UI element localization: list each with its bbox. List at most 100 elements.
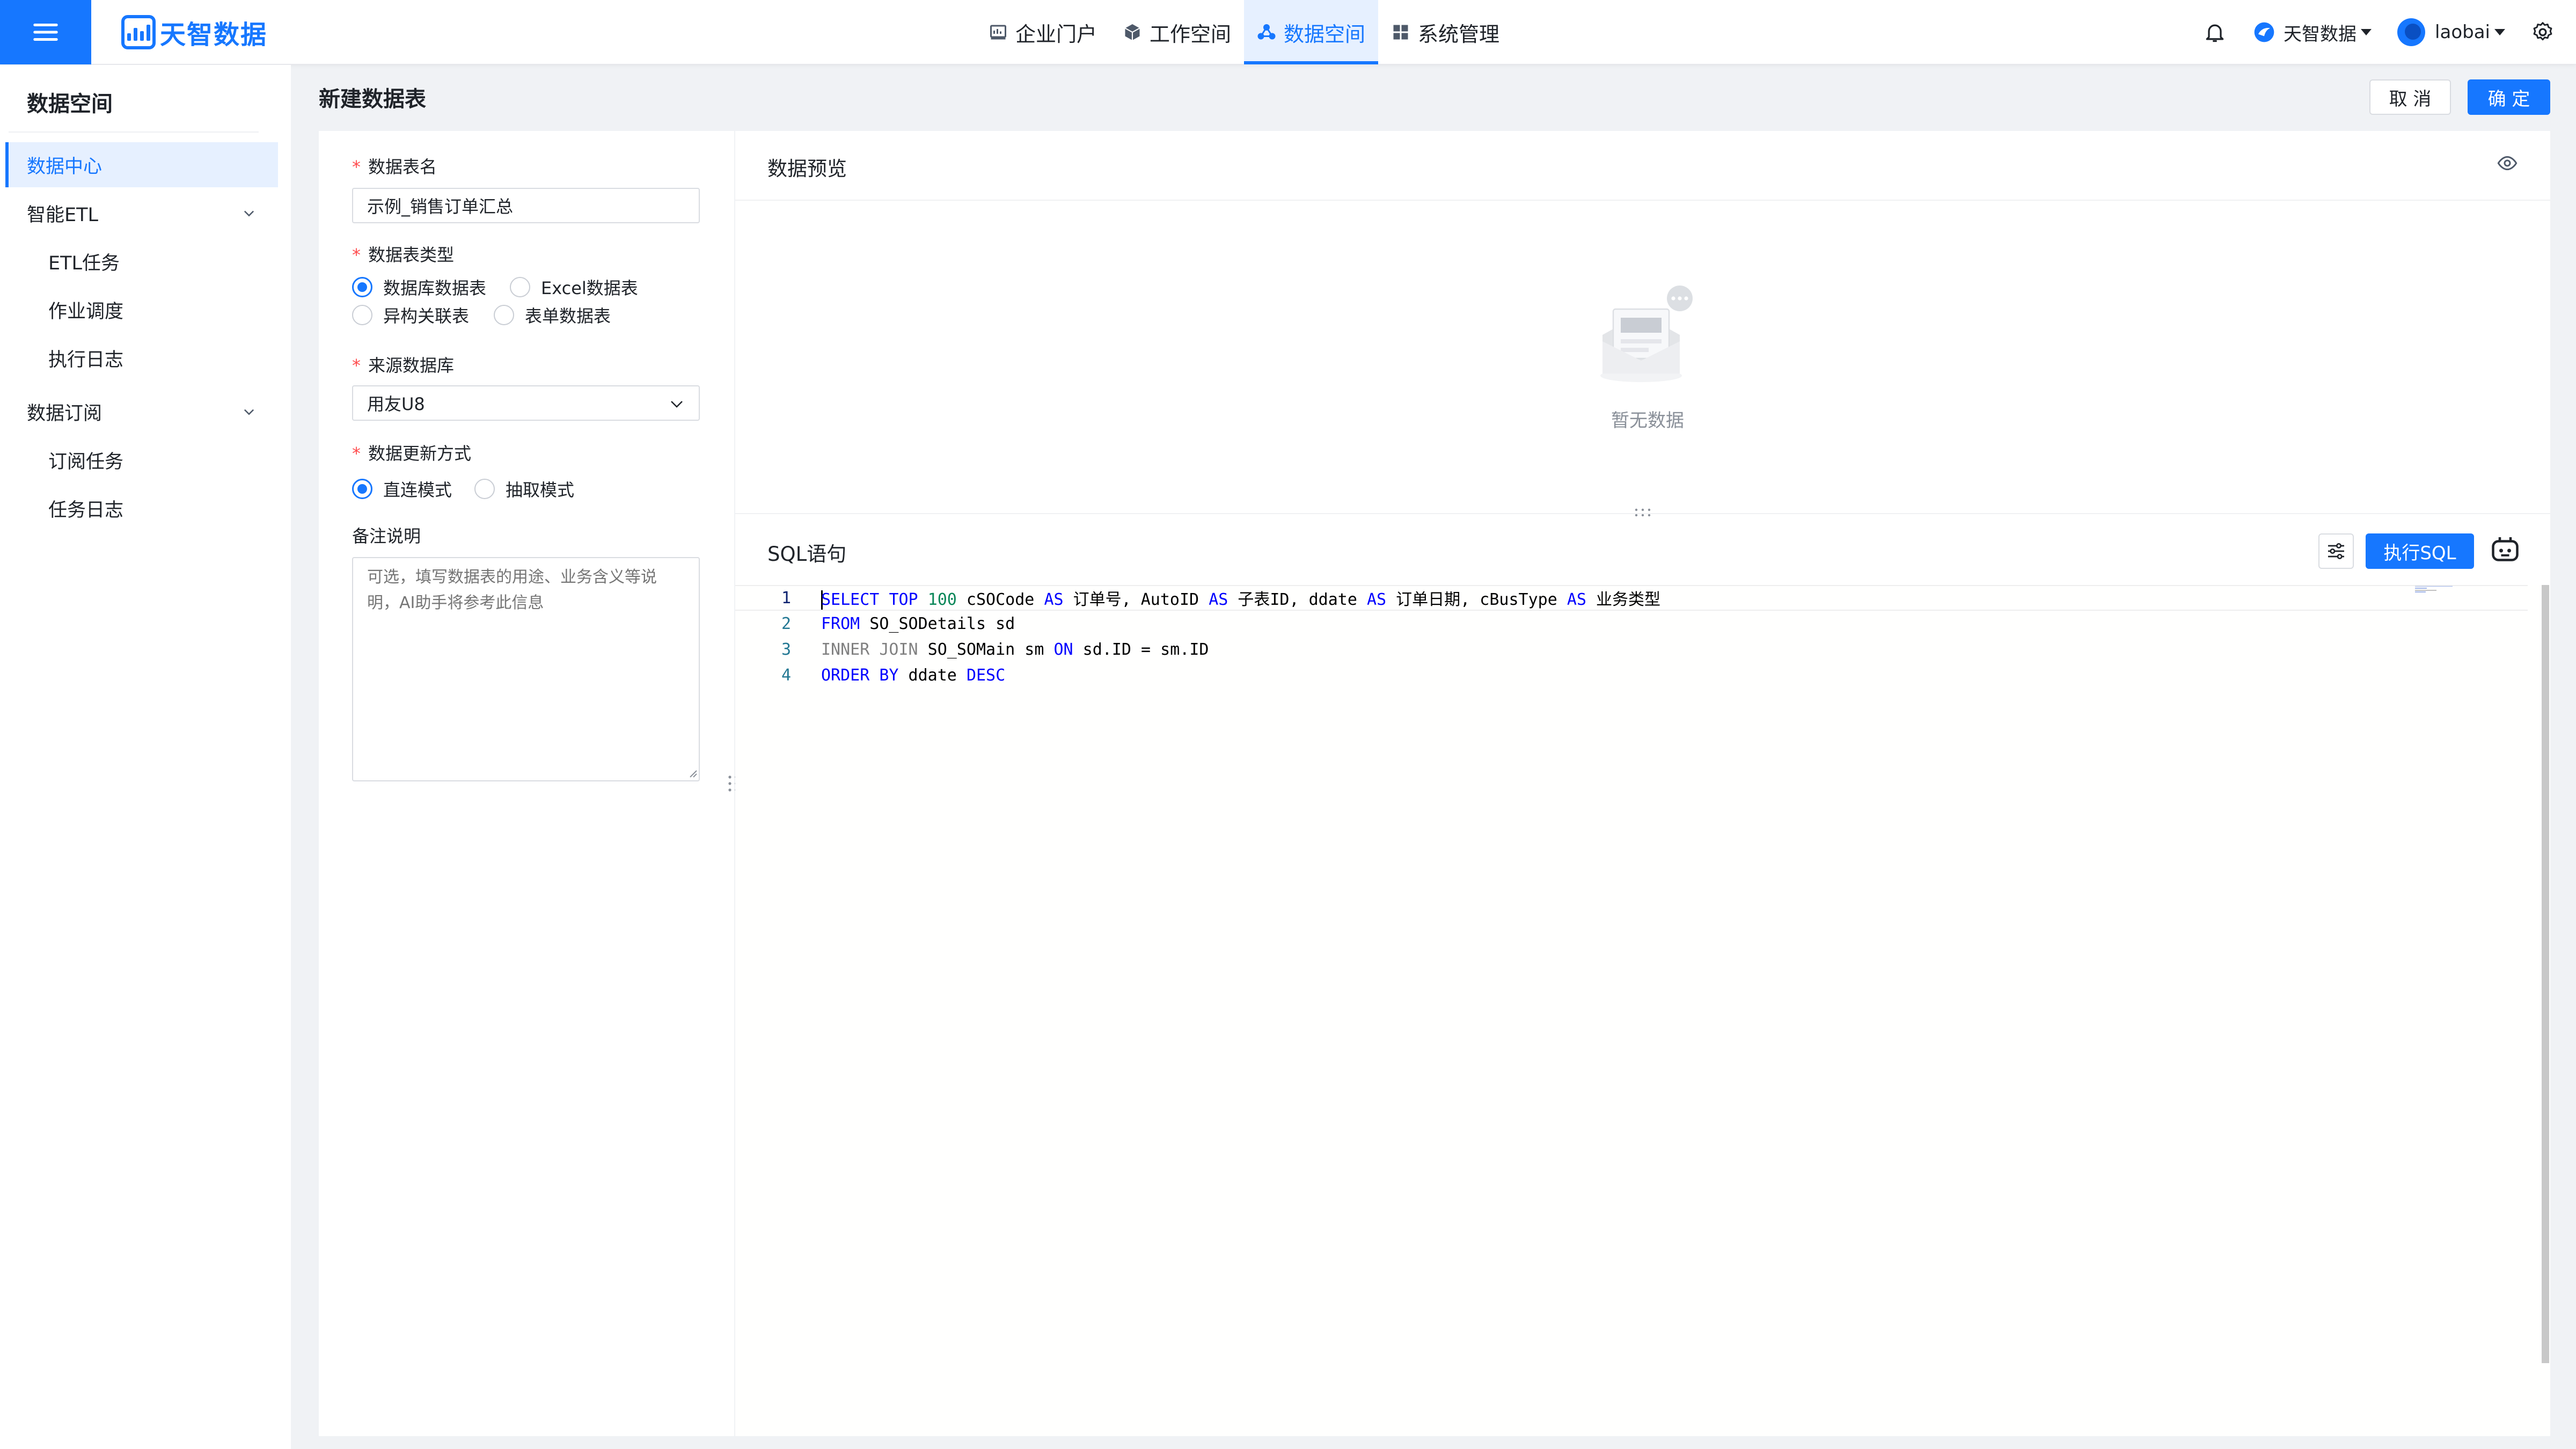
hamburger-icon [33,24,58,41]
sidebar-item-label: ETL任务 [48,252,120,274]
resize-handle-icon[interactable] [1633,507,1652,517]
user-bar: 天智数据 laobai [2177,0,2555,64]
preview-title: 数据预览 [767,157,847,180]
cancel-button[interactable]: 取 消 [2369,79,2451,115]
code-line[interactable]: 2 FROM SO_SODetails sd [735,611,2528,636]
sidebar-item-task-log[interactable]: 任务日志 [5,486,278,531]
user-menu[interactable]: laobai [2397,18,2505,46]
sidebar-item-label: 作业调度 [48,301,124,323]
sidebar-item-label: 数据订阅 [27,402,103,425]
nav-item-label: 企业门户 [1015,22,1097,46]
code-line[interactable]: 4 ORDER BY ddate DESC [735,662,2528,688]
main-nav: 企业门户 工作空间 数据空间 系统管理 [976,0,1512,64]
grid-icon [1393,25,1408,40]
avatar [2397,18,2426,46]
user-name: laobai [2435,21,2490,43]
divider [735,513,2550,514]
resize-grip-icon[interactable] [687,767,698,778]
sidebar: 数据空间 数据中心 智能ETL ETL任务 作业调度 执行日志 数据订阅 订阅任… [0,65,291,1449]
radio-dot [352,277,372,297]
radio-heterogeneous-join[interactable]: 异构关联表 [352,303,469,327]
required-mark: * [352,443,361,464]
sliders-icon [2328,543,2344,560]
chevron-down-icon [671,401,683,408]
notification-button[interactable] [2203,20,2227,44]
bell-icon [2206,24,2224,42]
radio-extract-mode[interactable]: 抽取模式 [474,477,574,501]
line-number: 3 [781,640,791,659]
line-number: 2 [781,614,791,633]
settings-button[interactable] [2531,20,2555,44]
team-name: 天智数据 [2284,23,2357,45]
remark-textarea[interactable] [352,557,700,781]
source-db-select[interactable]: 用友U8 [352,385,700,421]
eye-icon[interactable] [2497,152,2518,174]
radio-dot [474,479,495,499]
sql-title: SQL语句 [767,543,847,566]
nav-item-workspace[interactable]: 工作空间 [1110,0,1244,64]
sidebar-item-exec-log[interactable]: 执行日志 [5,335,278,380]
cube-icon [1125,24,1140,40]
sidebar-item-label: 执行日志 [48,349,124,371]
required-mark: * [352,355,361,376]
logo-mark-icon [121,15,156,49]
radio-excel-table[interactable]: Excel数据表 [510,275,638,299]
sidebar-item-label: 数据中心 [27,156,103,178]
nav-item-system[interactable]: 系统管理 [1378,0,1512,64]
ai-assistant-icon[interactable] [2489,535,2521,567]
sidebar-item-label: 任务日志 [48,499,124,521]
top-bar: 天智数据 企业门户 工作空间 数据空间 系统管理 天智数据 laobai [0,0,2576,64]
source-db-value: 用友U8 [367,394,425,414]
radio-dot [494,305,514,325]
nav-item-label: 工作空间 [1150,22,1232,46]
line-number: 1 [781,588,791,608]
divider [9,131,259,133]
sidebar-item-label: 智能ETL [27,204,98,226]
update-mode-label: * 数据更新方式 [352,443,472,464]
sidebar-item-smart-etl[interactable]: 智能ETL [5,191,278,236]
sidebar-item-label: 订阅任务 [48,451,124,473]
nav-item-data-space[interactable]: 数据空间 [1244,0,1379,64]
nav-item-label: 数据空间 [1284,22,1366,46]
sidebar-item-data-subscription[interactable]: 数据订阅 [5,389,278,434]
code-text: SELECT TOP 100 cSOCode AS 订单号, AutoID AS… [821,590,1661,610]
radio-database-table[interactable]: 数据库数据表 [352,275,486,299]
empty-state-icon [1600,286,1693,382]
code-line[interactable]: 3 INNER JOIN SO_SOMain sm ON sd.ID = sm.… [735,636,2528,662]
source-db-label: * 来源数据库 [352,355,455,376]
menu-toggle-button[interactable] [0,0,91,64]
team-logo-icon [2254,22,2274,42]
remark-label: 备注说明 [352,526,421,546]
code-line[interactable]: 1 SELECT TOP 100 cSOCode AS 订单号, AutoID … [735,585,2528,611]
sql-settings-button[interactable] [2318,533,2354,569]
preview-sql-panel: 数据预览 暂无数据 SQL语句 执行SQL 1 SELECT TOP 100 c… [735,131,2550,1436]
table-name-value: 示例_销售订单汇总 [367,196,514,217]
sidebar-item-etl-task[interactable]: ETL任务 [5,239,278,284]
page-title: 新建数据表 [319,87,426,112]
table-form-panel: * 数据表名 示例_销售订单汇总 * 数据表类型 数据库数据表 Excel数据表 异… [319,131,734,1436]
empty-state-text: 暂无数据 [1611,410,1684,431]
caret-down-icon [2494,29,2505,35]
nav-item-label: 系统管理 [1418,22,1500,46]
vertical-scrollbar[interactable] [2542,585,2549,1363]
sidebar-item-subscription-task[interactable]: 订阅任务 [5,437,278,482]
line-number: 4 [781,665,791,685]
run-sql-button[interactable]: 执行SQL [2366,533,2474,569]
sql-editor[interactable]: 1 SELECT TOP 100 cSOCode AS 订单号, AutoID … [735,585,2550,1436]
nav-item-portal[interactable]: 企业门户 [976,0,1110,64]
table-name-input[interactable]: 示例_销售订单汇总 [352,188,700,223]
radio-form-table[interactable]: 表单数据表 [494,303,611,327]
table-type-label: * 数据表类型 [352,245,455,265]
required-mark: * [352,245,361,265]
sidebar-item-job-schedule[interactable]: 作业调度 [5,287,278,332]
sidebar-item-data-center[interactable]: 数据中心 [5,142,278,187]
radio-dot [510,277,530,297]
code-text: INNER JOIN SO_SOMain sm ON sd.ID = sm.ID [821,640,1209,659]
radio-direct-mode[interactable]: 直连模式 [352,477,452,501]
brand-logo[interactable]: 天智数据 [121,13,267,51]
confirm-button[interactable]: 确 定 [2468,79,2550,115]
radio-dot [352,305,372,325]
team-switcher[interactable]: 天智数据 [2252,19,2372,46]
caret-down-icon [2361,29,2372,35]
code-text: FROM SO_SODetails sd [821,614,1015,633]
